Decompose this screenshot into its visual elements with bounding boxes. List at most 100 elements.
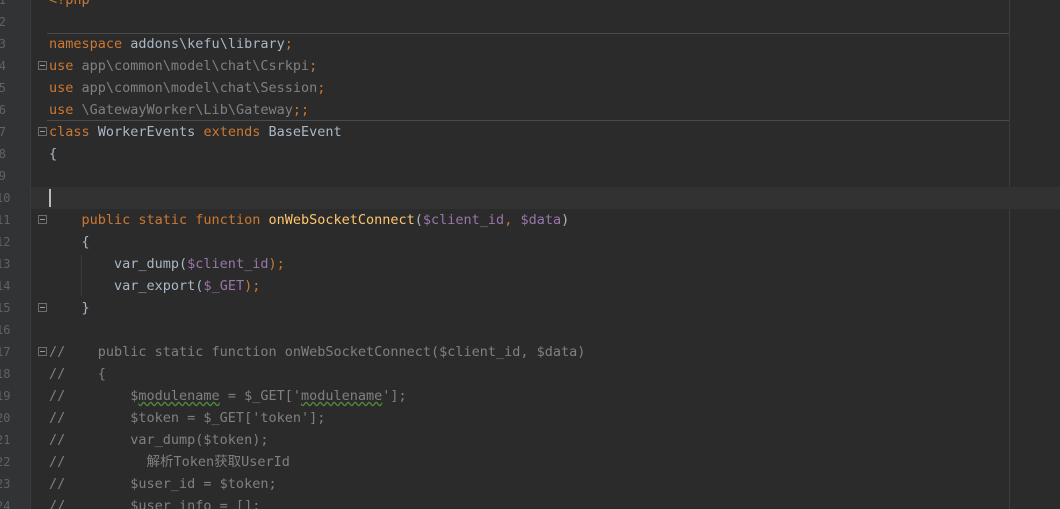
line-number: 19: [0, 389, 11, 403]
fold-toggle-icon[interactable]: [38, 61, 47, 70]
line-number: 18: [0, 367, 11, 381]
code-line[interactable]: 17 // public static function onWebSocketC…: [0, 341, 1060, 363]
code-text: <?php: [49, 0, 90, 11]
code-token: ;;: [292, 102, 310, 118]
code-line[interactable]: 10: [0, 187, 1060, 209]
code-text: namespace addons\kefu\library;: [49, 33, 293, 55]
code-line[interactable]: 12 {: [0, 231, 1060, 253]
line-number: 16: [0, 323, 11, 337]
code-token: // $: [49, 388, 139, 404]
line-number: 24: [0, 499, 11, 509]
text-caret: [49, 189, 51, 207]
code-token: use: [49, 102, 74, 118]
code-line[interactable]: 22 // 解析Token获取UserId: [0, 451, 1060, 473]
code-line[interactable]: 21 // var_dump($token);: [0, 429, 1060, 451]
line-number: 21: [0, 433, 11, 447]
code-token: app\common\model\chat\Csrkpi: [73, 58, 310, 74]
line-number: 1: [0, 0, 6, 7]
code-token: var_export(: [49, 278, 204, 294]
code-text: // var_dump($token);: [49, 429, 268, 451]
code-text: var_export($_GET);: [49, 275, 260, 297]
line-number: 9: [0, 169, 6, 183]
code-token: public static function: [81, 212, 269, 228]
line-number: 22: [0, 455, 11, 469]
line-number: 2: [0, 15, 6, 29]
code-token: use: [49, 58, 74, 74]
code-token: (: [414, 212, 423, 228]
code-text: {: [49, 231, 90, 253]
code-token: $_GET: [203, 278, 245, 294]
code-line[interactable]: 7 class WorkerEvents extends BaseEvent: [0, 121, 1060, 143]
code-token: );: [268, 256, 285, 272]
code-token: // $token = $_GET['token'];: [49, 410, 326, 426]
code-line[interactable]: 20 // $token = $_GET['token'];: [0, 407, 1060, 429]
code-line[interactable]: 6 use \GatewayWorker\Lib\Gateway;;: [0, 99, 1060, 121]
line-number: 7: [0, 125, 6, 139]
code-token: namespace: [49, 36, 123, 52]
code-token: addons\kefu\library: [122, 36, 285, 52]
line-number: 13: [0, 257, 11, 271]
code-line[interactable]: 4 use app\common\model\chat\Csrkpi;: [0, 55, 1060, 77]
code-token: '];: [382, 388, 407, 404]
code-text: class WorkerEvents extends BaseEvent: [49, 121, 342, 143]
code-token: class: [49, 124, 90, 140]
code-token: ;: [317, 80, 326, 96]
code-text: var_dump($client_id);: [49, 253, 285, 275]
fold-toggle-icon[interactable]: [38, 303, 47, 312]
code-line[interactable]: 9: [0, 165, 1060, 187]
code-token: }: [49, 300, 90, 316]
code-line[interactable]: 15 }: [0, 297, 1060, 319]
code-token: ): [561, 212, 570, 228]
line-number: 10: [0, 191, 11, 205]
code-line[interactable]: 24 // $user_info = [];: [0, 495, 1060, 509]
code-text: // 解析Token获取UserId: [49, 451, 290, 473]
code-token: WorkerEvents: [89, 124, 204, 140]
code-line[interactable]: 14 var_export($_GET);: [0, 275, 1060, 297]
code-text: // $modulename = $_GET['modulename'];: [49, 385, 407, 407]
code-line[interactable]: 8{: [0, 143, 1060, 165]
code-text: use \GatewayWorker\Lib\Gateway;;: [49, 99, 309, 121]
code-token: var_dump(: [49, 256, 188, 272]
code-text: // $user_info = [];: [49, 495, 260, 509]
code-token: );: [244, 278, 261, 294]
line-number: 8: [0, 147, 6, 161]
code-token: BaseEvent: [260, 124, 342, 140]
line-number: 14: [0, 279, 11, 293]
code-token: \GatewayWorker\Lib\Gateway: [73, 102, 293, 118]
code-text: // public static function onWebSocketCon…: [49, 341, 585, 363]
line-number: 12: [0, 235, 11, 249]
code-line[interactable]: 3 namespace addons\kefu\library;: [0, 33, 1060, 55]
code-token: ;: [284, 36, 293, 52]
code-token: app\common\model\chat\Session: [73, 80, 318, 96]
code-line[interactable]: 1 <?php: [0, 0, 1060, 11]
code-line[interactable]: 16: [0, 319, 1060, 341]
code-line[interactable]: 13 var_dump($client_id);: [0, 253, 1060, 275]
code-token: onWebSocketConnect: [268, 212, 415, 228]
code-token: // $user_id = $token;: [49, 476, 277, 492]
line-number: 4: [0, 59, 6, 73]
code-line[interactable]: 19 // $modulename = $_GET['modulename'];: [0, 385, 1060, 407]
code-text: // $token = $_GET['token'];: [49, 407, 325, 429]
code-text: use app\common\model\chat\Session;: [49, 77, 325, 99]
fold-toggle-icon[interactable]: [38, 127, 47, 136]
code-token: $client_id: [187, 256, 269, 272]
line-number: 3: [0, 37, 6, 51]
code-line[interactable]: 18 // {: [0, 363, 1060, 385]
code-token: // var_dump($token);: [49, 432, 269, 448]
code-token: // public static function onWebSocketCon…: [49, 344, 586, 360]
code-line[interactable]: 23 // $user_id = $token;: [0, 473, 1060, 495]
code-token: // {: [49, 366, 106, 382]
code-line[interactable]: 2: [0, 11, 1060, 33]
code-text: {: [49, 143, 57, 165]
fold-toggle-icon[interactable]: [38, 215, 47, 224]
code-line[interactable]: 5 use app\common\model\chat\Session;: [0, 77, 1060, 99]
fold-toggle-icon[interactable]: [38, 347, 47, 356]
line-number: 6: [0, 103, 6, 117]
code-token: modulename: [300, 388, 383, 404]
code-editor[interactable]: 1 <?php 2 3 namespace addons\kefu\library; 4 u…: [0, 0, 1060, 509]
line-number: 11: [0, 213, 11, 227]
code-token: <?php: [49, 0, 90, 8]
code-line[interactable]: 11 public static function onWebSocketCon…: [0, 209, 1060, 231]
line-number: 5: [0, 81, 6, 95]
code-token: modulename: [138, 388, 220, 404]
